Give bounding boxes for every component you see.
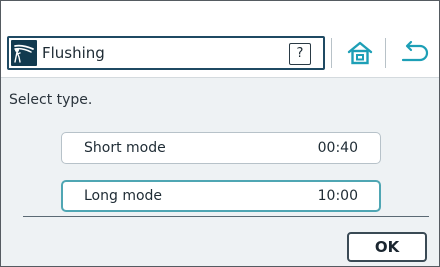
home-icon [347, 41, 373, 65]
page-title: Flushing [42, 44, 105, 62]
option-label: Long mode [84, 188, 163, 204]
back-arrow-icon [401, 40, 429, 62]
top-band [1, 1, 439, 31]
title-box: Flushing ? [7, 36, 325, 70]
option-duration: 10:00 [317, 188, 358, 204]
header-separator [331, 38, 332, 68]
content-divider [23, 216, 429, 217]
option-duration: 00:40 [317, 140, 358, 156]
header-bar: Flushing ? [1, 31, 439, 77]
option-short-mode[interactable]: Short mode 00:40 [61, 132, 381, 164]
option-label: Short mode [84, 140, 166, 156]
flushing-icon [11, 40, 37, 66]
back-button[interactable] [391, 36, 437, 70]
header-separator [385, 38, 386, 68]
ok-button[interactable]: OK [347, 232, 427, 262]
content-area: Select type. Short mode 00:40 Long mode … [1, 78, 439, 266]
instruction-text: Select type. [9, 92, 93, 108]
flushing-dialog: Flushing ? Select type. Short mode 00:40 [0, 0, 440, 267]
help-button[interactable]: ? [289, 43, 311, 65]
option-long-mode[interactable]: Long mode 10:00 [61, 180, 381, 212]
home-button[interactable] [337, 36, 383, 70]
